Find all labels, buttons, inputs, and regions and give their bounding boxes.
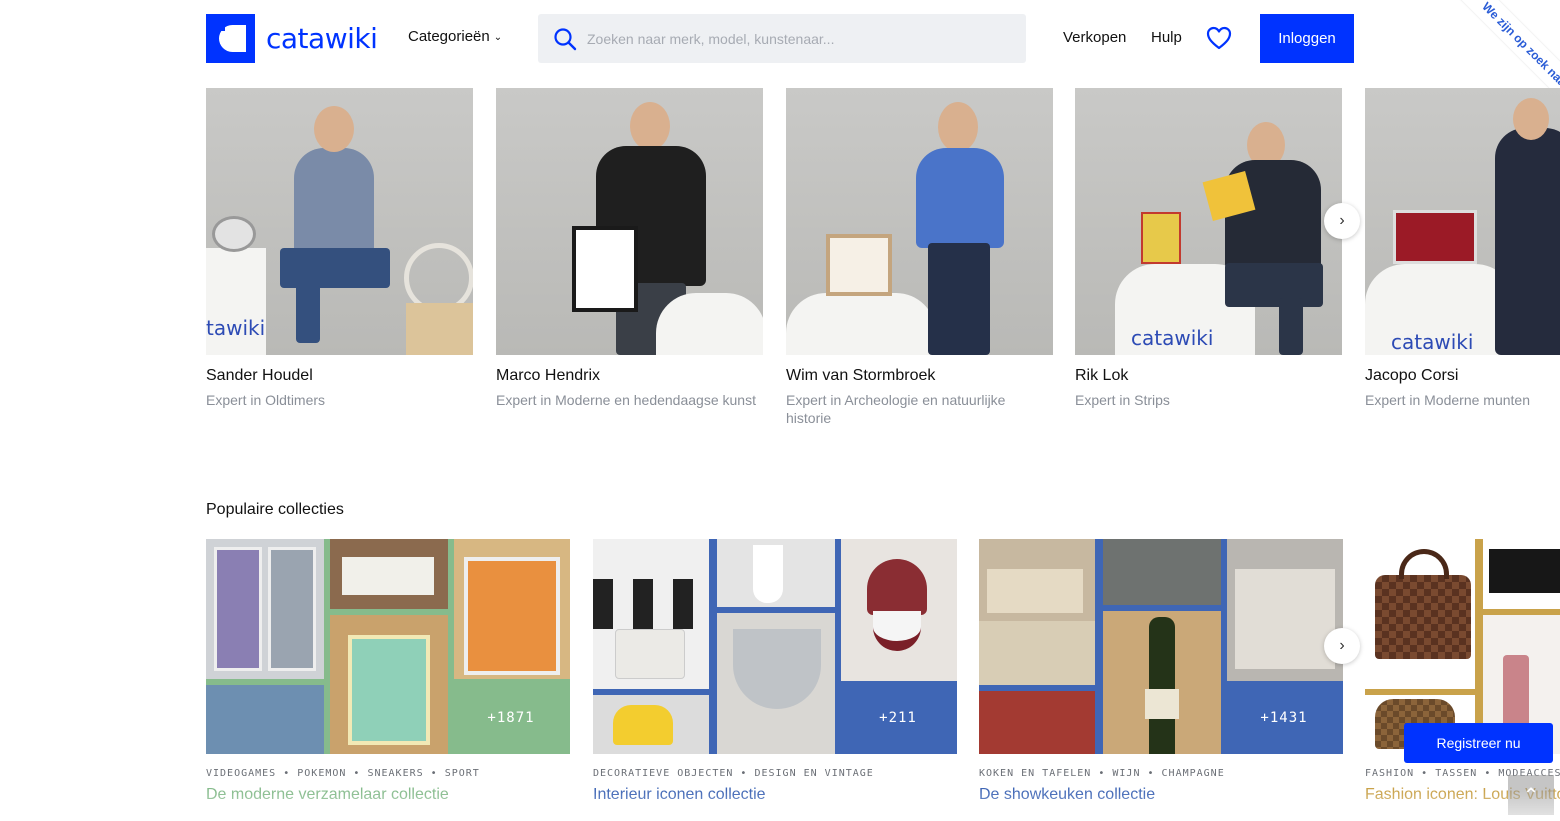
collections-carousel: +1871 VIDEOGAMES • POKEMON • SNEAKERS • … [206, 539, 1560, 821]
chevron-down-icon: ⌄ [493, 31, 503, 43]
expert-name: Sander Houdel [206, 367, 313, 384]
expert-card[interactable]: catawiki Jacopo Corsi Expert in Moderne … [1365, 88, 1560, 409]
chevron-right-icon: › [1339, 212, 1345, 229]
collection-card[interactable]: +211 DECORATIEVE OBJECTEN • DESIGN EN VI… [593, 539, 957, 804]
collection-tags: DECORATIEVE OBJECTEN • DESIGN EN VINTAGE [593, 768, 874, 779]
catawiki-logo[interactable]: catawiki [206, 14, 378, 63]
expert-card[interactable]: tawiki Sander Houdel Expert in Oldtimers [206, 88, 473, 409]
expert-name: Rik Lok [1075, 367, 1129, 384]
site-header: catawiki Categorieën ⌄ Verkopen Hulp Inl… [0, 0, 1560, 142]
expert-name: Marco Hendrix [496, 367, 601, 384]
expert-role: Expert in Moderne munten [1365, 392, 1530, 408]
experts-carousel: tawiki Sander Houdel Expert in Oldtimers… [206, 88, 1560, 438]
login-button[interactable]: Inloggen [1260, 14, 1354, 63]
collection-card[interactable]: +1431 KOKEN EN TAFELEN • WIJN • CHAMPAGN… [979, 539, 1343, 804]
expert-card[interactable]: Marco Hendrix Expert in Moderne en heden… [496, 88, 763, 409]
scroll-to-top-button[interactable]: ⌃ [1508, 775, 1554, 815]
section-title: Populaire collecties [206, 501, 344, 518]
collection-image: +211 [593, 539, 957, 754]
chevron-up-icon: ⌃ [1522, 784, 1540, 807]
expert-role: Expert in Archeologie en natuurlijke his… [786, 392, 1006, 426]
collection-title[interactable]: De moderne verzamelaar collectie [206, 786, 570, 804]
expert-photo: catawiki [1365, 88, 1560, 355]
expert-card[interactable]: catawiki Rik Lok Expert in Strips [1075, 88, 1342, 409]
collection-count: +1871 [452, 681, 570, 754]
search-icon[interactable] [553, 27, 577, 51]
expert-role: Expert in Strips [1075, 392, 1170, 408]
expert-name: Jacopo Corsi [1365, 367, 1459, 384]
logo-text: catawiki [266, 22, 378, 55]
collection-tags: KOKEN EN TAFELEN • WIJN • CHAMPAGNE [979, 768, 1225, 779]
categories-dropdown[interactable]: Categorieën ⌄ [408, 28, 502, 45]
collection-tags: VIDEOGAMES • POKEMON • SNEAKERS • SPORT [206, 768, 480, 779]
expert-photo [496, 88, 763, 355]
collection-count: +1431 [1225, 681, 1343, 754]
search-bar [538, 14, 1026, 63]
expert-role: Expert in Moderne en hedendaagse kunst [496, 392, 756, 408]
collection-image [1365, 539, 1560, 754]
expert-photo: tawiki [206, 88, 473, 355]
register-button[interactable]: Registreer nu [1404, 723, 1553, 763]
collection-card[interactable]: FASHION • TASSEN • MODEACCESSOIRES Fashi… [1365, 539, 1560, 804]
collection-title[interactable]: De showkeuken collectie [979, 786, 1343, 804]
heart-icon[interactable] [1206, 26, 1232, 50]
logo-mark-icon [206, 14, 255, 63]
expert-photo: catawiki [1075, 88, 1342, 355]
collection-count: +211 [839, 681, 957, 754]
chevron-right-icon: › [1339, 637, 1345, 654]
search-input[interactable] [587, 30, 1007, 47]
collection-card[interactable]: +1871 VIDEOGAMES • POKEMON • SNEAKERS • … [206, 539, 570, 804]
help-link[interactable]: Hulp [1151, 29, 1182, 46]
categories-label: Categorieën [408, 28, 490, 45]
expert-photo [786, 88, 1053, 355]
collection-image: +1431 [979, 539, 1343, 754]
collections-next-button[interactable]: › [1324, 628, 1360, 664]
collection-title[interactable]: Interieur iconen collectie [593, 786, 957, 804]
expert-card[interactable]: Wim van Stormbroek Expert in Archeologie… [786, 88, 1053, 427]
collection-image: +1871 [206, 539, 570, 754]
sell-link[interactable]: Verkopen [1063, 29, 1126, 46]
expert-role: Expert in Oldtimers [206, 392, 326, 408]
expert-name: Wim van Stormbroek [786, 367, 936, 384]
experts-next-button[interactable]: › [1324, 203, 1360, 239]
